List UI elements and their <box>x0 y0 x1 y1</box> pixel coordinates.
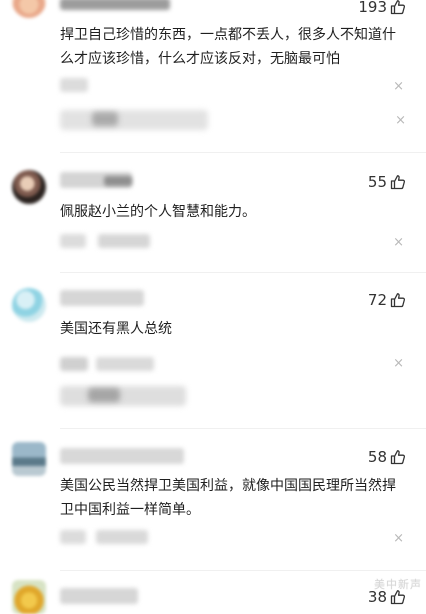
divider <box>60 152 426 153</box>
thumbs-up-icon <box>390 450 406 465</box>
like-button[interactable]: 58 <box>368 446 406 468</box>
comment-text: 佩服赵小兰的个人智慧和能力。 <box>60 204 256 220</box>
reply-preview[interactable] <box>88 388 120 402</box>
thumbs-up-icon <box>390 175 406 190</box>
watermark: 美中新声 <box>374 578 422 591</box>
user-name[interactable] <box>60 588 138 604</box>
reply-preview[interactable] <box>60 110 208 130</box>
avatar[interactable] <box>12 580 46 614</box>
reply-preview[interactable] <box>60 386 186 406</box>
avatar[interactable] <box>12 0 46 18</box>
comment-text: 美国还有黑人总统 <box>60 321 172 337</box>
thumbs-up-icon <box>390 0 406 15</box>
like-count: 193 <box>358 0 387 16</box>
avatar[interactable] <box>12 288 46 322</box>
comment-meta <box>60 78 88 92</box>
user-name[interactable] <box>60 290 144 306</box>
close-icon[interactable]: × <box>393 532 404 546</box>
comment-meta <box>96 530 148 544</box>
like-button[interactable]: 193 <box>358 0 406 18</box>
divider <box>60 428 426 429</box>
like-count: 55 <box>367 173 387 191</box>
thumbs-up-icon <box>390 293 406 308</box>
user-name[interactable] <box>60 0 170 10</box>
divider <box>60 272 426 273</box>
comment-meta <box>96 357 154 371</box>
close-icon[interactable]: × <box>393 80 404 94</box>
like-count: 72 <box>367 291 387 309</box>
comment-text: 美国公民当然捍卫美国利益，就像中国国民理所当然捍卫中国利益一样简单。 <box>60 478 396 518</box>
user-name[interactable] <box>104 176 132 186</box>
close-icon[interactable]: × <box>393 236 404 250</box>
like-button[interactable]: 72 <box>368 289 406 311</box>
close-icon[interactable]: × <box>393 357 404 371</box>
avatar[interactable] <box>12 442 46 476</box>
avatar[interactable] <box>12 170 46 204</box>
comment-meta <box>98 234 150 248</box>
user-name[interactable] <box>60 448 184 464</box>
comment-text: 捍卫自己珍惜的东西，一点都不丢人，很多人不知道什么才应该珍惜，什么才应该反对，无… <box>60 27 396 67</box>
comment-meta <box>60 357 88 371</box>
like-button[interactable]: 55 <box>368 171 406 193</box>
close-icon[interactable]: × <box>395 114 406 128</box>
reply-preview[interactable] <box>92 112 118 126</box>
comment-meta <box>60 234 86 248</box>
like-count: 58 <box>367 448 387 466</box>
comment-meta <box>60 530 86 544</box>
divider <box>60 570 426 571</box>
